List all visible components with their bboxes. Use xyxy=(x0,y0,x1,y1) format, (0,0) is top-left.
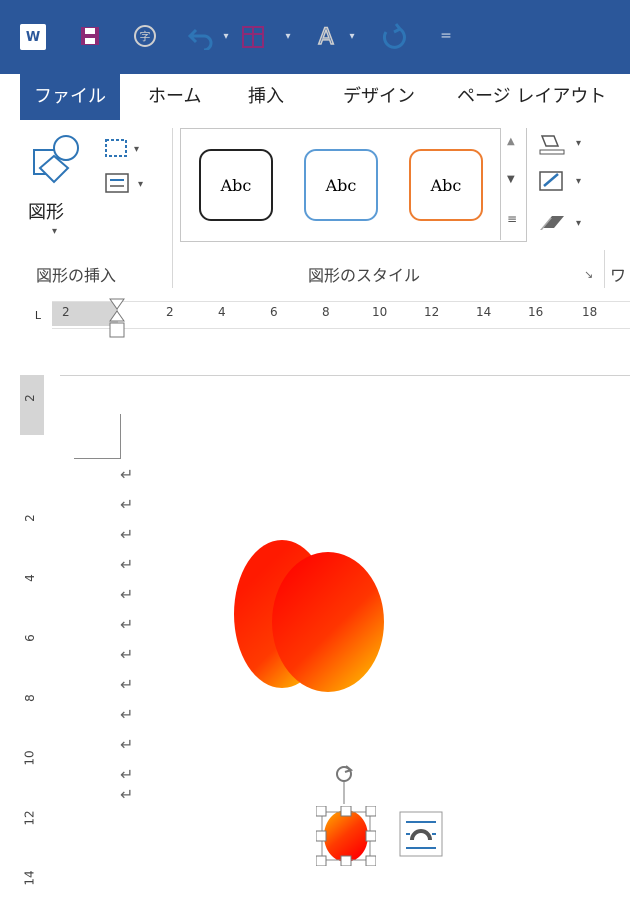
effects-icon[interactable]: ▾ xyxy=(536,208,588,236)
tab-home[interactable]: ホーム xyxy=(148,74,201,120)
vruler-tick: 12 xyxy=(22,810,37,826)
ruler-tick: 18 xyxy=(582,305,598,319)
vruler-tick: 10 xyxy=(22,750,37,766)
layout-options-icon[interactable] xyxy=(398,810,444,858)
chevron-down-icon[interactable]: ▾ xyxy=(346,30,358,42)
outline-icon[interactable]: ▾ xyxy=(536,168,588,196)
redo-icon[interactable] xyxy=(380,22,408,50)
ruler-tick: 12 xyxy=(424,305,440,319)
paragraph-mark: ↵ xyxy=(120,495,134,514)
svg-text:▾: ▾ xyxy=(576,138,581,149)
gallery-up-icon[interactable]: ▲ xyxy=(507,136,515,147)
ruler-tick: 4 xyxy=(218,305,226,319)
tab-insert[interactable]: 挿入 xyxy=(248,74,284,120)
undo-icon[interactable] xyxy=(186,22,216,50)
gallery-scroll[interactable]: ▲ ▼ ≡ xyxy=(500,128,526,240)
paragraph-mark: ↵ xyxy=(120,675,134,694)
paragraph-mark: ↵ xyxy=(120,765,134,784)
paragraph-mark: ↵ xyxy=(120,525,134,544)
rotate-handle-icon[interactable] xyxy=(334,764,354,804)
ruler-tick: 8 xyxy=(322,305,330,319)
style-gallery: Abc Abc Abc xyxy=(180,128,527,242)
paragraph-mark: ↵ xyxy=(120,785,134,804)
gallery-more-icon[interactable]: ≡ xyxy=(507,212,517,226)
ruler-tick: 2 xyxy=(166,305,174,319)
group-separator xyxy=(604,250,605,288)
shape-button[interactable]: 図形 ▾ xyxy=(28,130,90,237)
paragraph-mark: ↵ xyxy=(120,465,134,484)
word-app-icon: W xyxy=(20,24,46,50)
vruler-tick: 2 xyxy=(22,514,37,522)
paragraph-mark: ↵ xyxy=(120,735,134,754)
ruler-track xyxy=(52,301,630,329)
selected-shape[interactable] xyxy=(315,805,377,867)
vertical-ruler: 2 2 4 6 8 10 12 14 xyxy=(20,375,44,904)
paragraph-mark: ↵ xyxy=(120,645,134,664)
gallery-down-icon[interactable]: ▼ xyxy=(507,174,515,185)
text-effect-icon[interactable]: A xyxy=(312,22,340,50)
ruler-tick: 10 xyxy=(372,305,388,319)
style-preset-2[interactable]: Abc xyxy=(304,149,378,221)
tab-selector-icon[interactable]: L xyxy=(30,309,46,325)
chevron-down-icon[interactable]: ▾ xyxy=(220,30,232,42)
next-group-label: ワ xyxy=(610,266,627,285)
tab-design[interactable]: デザイン xyxy=(343,74,415,120)
fill-icon[interactable]: ▾ xyxy=(536,130,588,158)
ruler-tick: 16 xyxy=(528,305,544,319)
insert-group-label: 図形の挿入 xyxy=(36,266,117,285)
svg-text:▾: ▾ xyxy=(138,179,143,190)
paragraph-mark: ↵ xyxy=(120,705,134,724)
indent-marker-icon[interactable] xyxy=(108,297,126,341)
group-separator xyxy=(172,128,173,288)
ribbon: 図形 ▾ ▾ ▾ Abc Abc Abc ▲ ▼ ≡ ▾ ▾ ▾ 図形の挿入 図… xyxy=(0,120,630,296)
ruby-icon[interactable]: 字 xyxy=(132,23,158,49)
vruler-tick: 6 xyxy=(22,634,37,642)
gradient-shape-large[interactable] xyxy=(230,540,390,695)
tab-page-layout[interactable]: ページ レイアウト xyxy=(457,74,606,120)
ruler-tick: 6 xyxy=(270,305,278,319)
vruler-tick: 2 xyxy=(22,394,37,402)
style-preset-1[interactable]: Abc xyxy=(199,149,273,221)
ruler-tick: 2 xyxy=(62,305,70,319)
svg-text:A: A xyxy=(318,25,333,50)
chevron-down-icon[interactable]: ▾ xyxy=(282,30,294,42)
shape-label: 図形 xyxy=(28,202,64,223)
vruler-tick: 8 xyxy=(22,694,37,702)
tab-file[interactable]: ファイル xyxy=(20,74,120,120)
style-preset-3[interactable]: Abc xyxy=(409,149,483,221)
svg-text:▾: ▾ xyxy=(576,176,581,187)
svg-text:▾: ▾ xyxy=(576,218,581,229)
paragraph-mark: ↵ xyxy=(120,555,134,574)
paragraph-mark: ↵ xyxy=(120,585,134,604)
title-bar: W 字 ▾ ▾ A ▾ = xyxy=(0,0,630,74)
style-group-label: 図形のスタイル xyxy=(308,266,421,285)
edit-shape-icon[interactable]: ▾ xyxy=(104,136,144,160)
vruler-margin xyxy=(20,375,44,435)
page-top-edge xyxy=(60,375,630,376)
paragraph-mark: ↵ xyxy=(120,615,134,634)
shape-icon xyxy=(33,135,79,184)
vruler-tick: 4 xyxy=(22,574,37,582)
chevron-down-icon: ▾ xyxy=(52,226,58,237)
table-icon[interactable] xyxy=(240,24,266,50)
textbox-icon[interactable]: ▾ xyxy=(104,172,150,196)
customize-qat-icon[interactable]: = xyxy=(440,28,452,44)
save-icon[interactable] xyxy=(78,24,102,48)
horizontal-ruler: L 2 2 4 6 8 10 12 14 16 18 xyxy=(0,295,630,339)
svg-text:▾: ▾ xyxy=(134,144,139,155)
ribbon-tabs: ファイル ホーム 挿入 デザイン ページ レイアウト xyxy=(0,74,630,121)
dialog-launcher-icon[interactable]: ↘ xyxy=(584,268,593,281)
vruler-tick: 14 xyxy=(22,870,37,886)
margin-corner-mark xyxy=(74,414,121,459)
svg-text:字: 字 xyxy=(140,29,151,43)
ruler-tick: 14 xyxy=(476,305,492,319)
